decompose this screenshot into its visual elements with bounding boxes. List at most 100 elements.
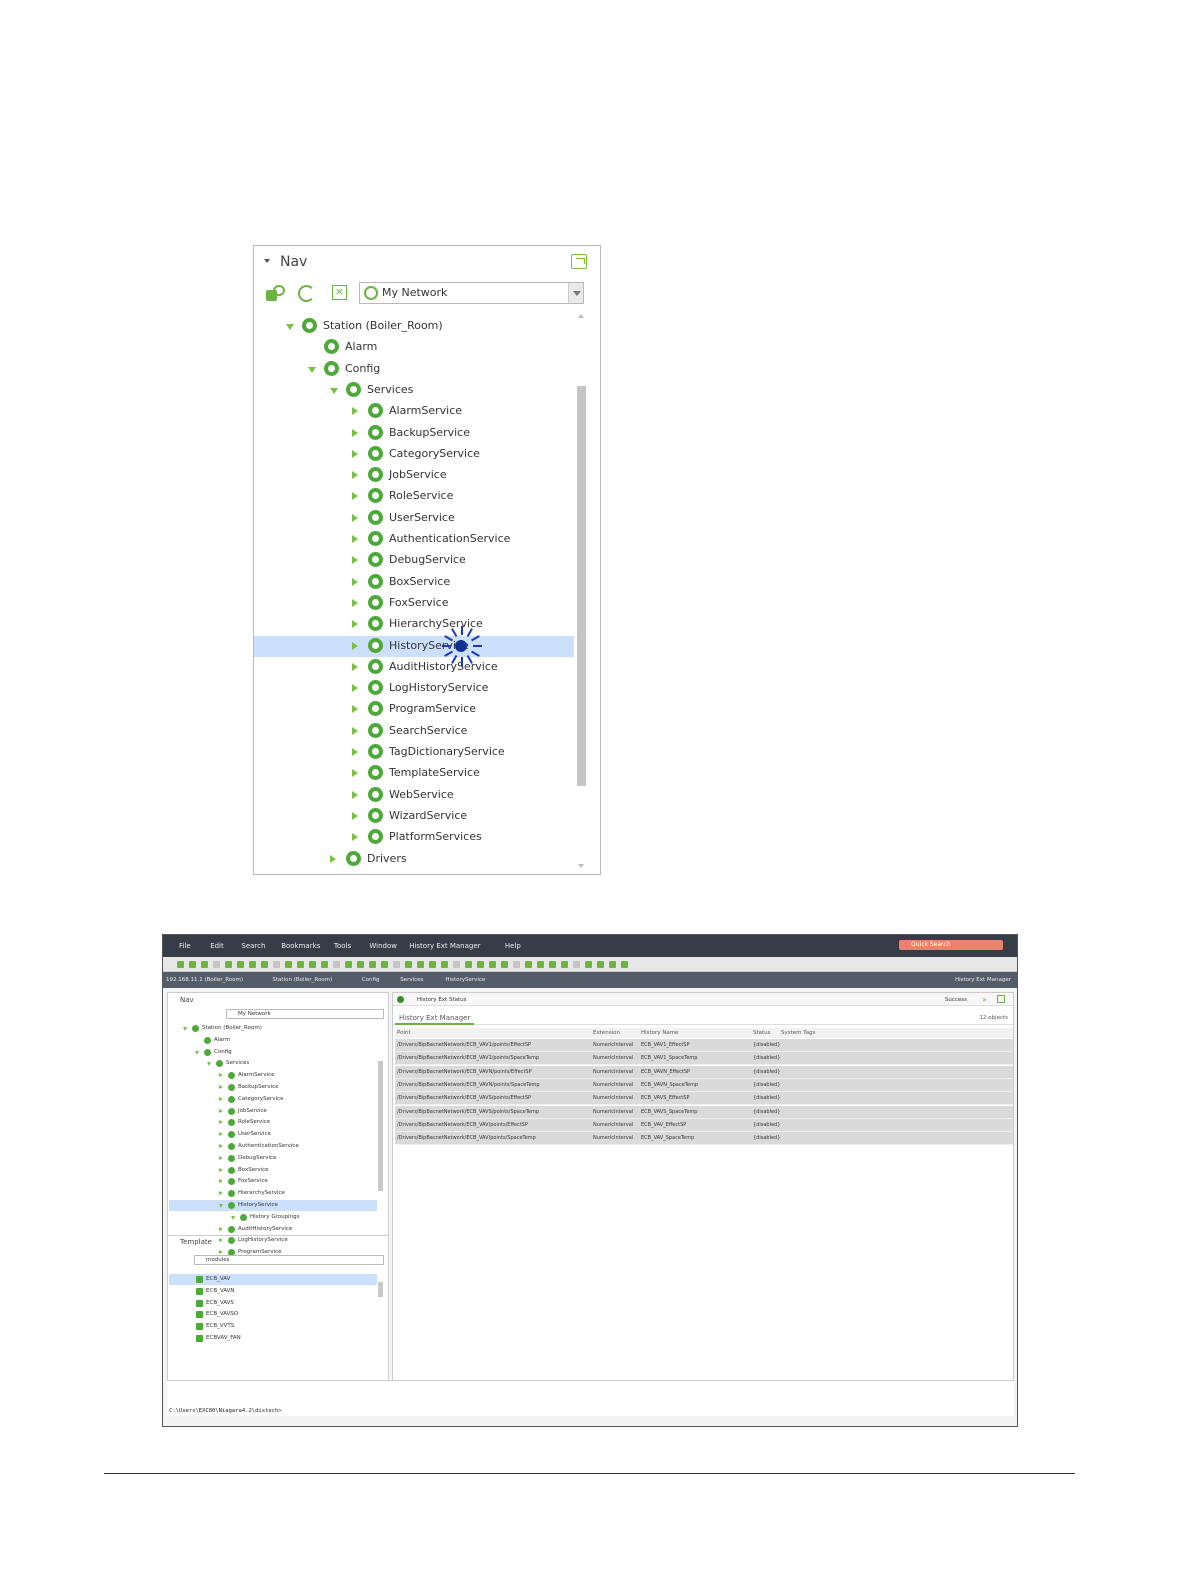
- tree-item[interactable]: CategoryService: [254, 444, 574, 465]
- scroll-up-icon[interactable]: [578, 314, 584, 318]
- template-select[interactable]: modules: [194, 1255, 384, 1265]
- menu-item[interactable]: Window: [369, 942, 397, 950]
- tree-item[interactable]: Station (Boiler_Room): [254, 316, 574, 337]
- collapsed-arrow-icon[interactable]: [219, 1108, 223, 1113]
- expanded-arrow-icon[interactable]: [286, 324, 294, 330]
- tree-item[interactable]: Alarm: [169, 1035, 377, 1046]
- tree-item[interactable]: AuditHistoryService: [169, 1224, 377, 1235]
- expanded-arrow-icon[interactable]: [330, 387, 338, 394]
- collapsed-arrow-icon[interactable]: [352, 811, 358, 820]
- tree-item[interactable]: AuthenticationService: [254, 529, 574, 550]
- collapsed-arrow-icon[interactable]: [219, 1179, 223, 1184]
- expanded-arrow-icon[interactable]: [207, 1062, 211, 1067]
- collapsed-arrow-icon[interactable]: [352, 428, 358, 437]
- tree-item[interactable]: LogHistoryService: [254, 678, 574, 699]
- toolbar-icon[interactable]: [429, 961, 436, 968]
- toolbar-icon[interactable]: [621, 961, 628, 968]
- tree-item[interactable]: Station (Boiler_Room): [169, 1023, 377, 1034]
- collapsed-arrow-icon[interactable]: [352, 449, 358, 458]
- toolbar-icon[interactable]: [273, 961, 280, 968]
- side-nav-scrollbar[interactable]: [378, 1061, 383, 1191]
- table-row[interactable]: /Drivers/BipBacnetNetwork/ECB_VAVN/point…: [395, 1078, 1013, 1092]
- tree-item[interactable]: TemplateService: [254, 763, 574, 784]
- toolbar-icon[interactable]: [321, 961, 328, 968]
- collapsed-arrow-icon[interactable]: [352, 407, 358, 416]
- refresh-icon[interactable]: [298, 285, 315, 302]
- tree-item[interactable]: Services: [254, 380, 574, 401]
- toolbar-icon[interactable]: [549, 961, 556, 968]
- collapsed-arrow-icon[interactable]: [219, 1120, 223, 1125]
- menu-item[interactable]: Search: [241, 942, 265, 950]
- template-item[interactable]: ECB_VAVN: [169, 1286, 377, 1297]
- tree-item[interactable]: AlarmService: [169, 1070, 377, 1081]
- toolbar-icon[interactable]: [381, 961, 388, 968]
- tree-item[interactable]: Config: [169, 1047, 377, 1058]
- toolbar-icon[interactable]: [453, 961, 460, 968]
- collapsed-arrow-icon[interactable]: [352, 726, 358, 735]
- menu-item[interactable]: Help: [505, 942, 521, 950]
- table-row[interactable]: /Drivers/BipBacnetNetwork/ECB_VAV/points…: [395, 1132, 1013, 1146]
- tree-item[interactable]: RoleService: [169, 1117, 377, 1128]
- toolbar-icon[interactable]: [369, 961, 376, 968]
- chevron-down-icon[interactable]: [568, 283, 583, 303]
- collapsed-arrow-icon[interactable]: [352, 556, 358, 565]
- table-row[interactable]: /Drivers/BipBacnetNetwork/ECB_VAVN/point…: [395, 1065, 1013, 1079]
- column-header[interactable]: Extension: [593, 1030, 620, 1036]
- collapsed-arrow-icon[interactable]: [219, 1155, 223, 1160]
- column-header[interactable]: Point: [397, 1030, 411, 1036]
- toolbar-icon[interactable]: [465, 961, 472, 968]
- tree-item[interactable]: RoleService: [254, 486, 574, 507]
- collapsed-arrow-icon[interactable]: [352, 577, 358, 586]
- tree-item[interactable]: Services: [169, 1058, 377, 1069]
- double-chevron-icon[interactable]: »: [982, 995, 987, 1004]
- menu-item[interactable]: Bookmarks: [281, 942, 320, 950]
- collapsed-arrow-icon[interactable]: [219, 1226, 223, 1231]
- toolbar-icon[interactable]: [597, 961, 604, 968]
- expanded-arrow-icon[interactable]: [183, 1027, 187, 1031]
- toolbar-icon[interactable]: [333, 961, 340, 968]
- close-icon[interactable]: ×: [332, 285, 347, 300]
- toolbar-icon[interactable]: [249, 961, 256, 968]
- toolbar-icon[interactable]: [525, 961, 532, 968]
- collapsed-arrow-icon[interactable]: [352, 769, 358, 778]
- toolbar-icon[interactable]: [357, 961, 364, 968]
- tree-item[interactable]: SearchService: [254, 721, 574, 742]
- side-network-select[interactable]: My Network: [226, 1009, 384, 1019]
- template-item[interactable]: ECB_VVTS: [169, 1321, 377, 1332]
- toolbar-icon[interactable]: [441, 961, 448, 968]
- tree-item[interactable]: DebugService: [254, 550, 574, 571]
- tree-item[interactable]: AuditHistoryService: [254, 657, 574, 678]
- collapsed-arrow-icon[interactable]: [352, 748, 358, 756]
- tree-item[interactable]: FoxService: [169, 1176, 377, 1187]
- collapsed-arrow-icon[interactable]: [352, 535, 358, 543]
- tree-item[interactable]: UserService: [254, 508, 574, 529]
- expanded-arrow-icon[interactable]: [219, 1204, 223, 1208]
- console[interactable]: C:\Users\EXC80\Niagara4.2\distech>: [167, 1380, 1014, 1416]
- toolbar-icon[interactable]: [585, 961, 592, 968]
- close-icon[interactable]: [997, 995, 1005, 1003]
- scroll-down-icon[interactable]: [578, 864, 584, 868]
- tree-item[interactable]: BoxService: [254, 572, 574, 593]
- column-header[interactable]: System Tags: [781, 1030, 815, 1036]
- tree-item[interactable]: PlatformServices: [254, 827, 574, 848]
- tree-item[interactable]: TagDictionaryService: [254, 742, 574, 763]
- toolbar-icon[interactable]: [417, 961, 424, 968]
- column-header[interactable]: History Name: [641, 1030, 679, 1036]
- tree-item[interactable]: WebService: [254, 785, 574, 806]
- tree-item[interactable]: History Groupings: [169, 1212, 377, 1223]
- collapsed-arrow-icon[interactable]: [352, 513, 358, 522]
- menu-item[interactable]: Edit: [210, 942, 224, 950]
- view-selector[interactable]: History Ext Manager: [955, 977, 1011, 983]
- collapsed-arrow-icon[interactable]: [352, 790, 358, 799]
- toolbar-icon[interactable]: [477, 961, 484, 968]
- toolbar-icon[interactable]: [213, 961, 220, 968]
- toolbar-icon[interactable]: [189, 961, 196, 968]
- table-row[interactable]: /Drivers/BipBacnetNetwork/ECB_VAVS/point…: [395, 1105, 1013, 1119]
- expanded-arrow-icon[interactable]: [195, 1050, 199, 1055]
- tree-item[interactable]: HistoryService: [169, 1200, 377, 1211]
- toolbar-icon[interactable]: [309, 961, 316, 968]
- tree-item[interactable]: BackupService: [169, 1082, 377, 1093]
- tree-item[interactable]: WizardService: [254, 806, 574, 827]
- collapsed-arrow-icon[interactable]: [219, 1191, 223, 1196]
- collapsed-arrow-icon[interactable]: [219, 1096, 223, 1101]
